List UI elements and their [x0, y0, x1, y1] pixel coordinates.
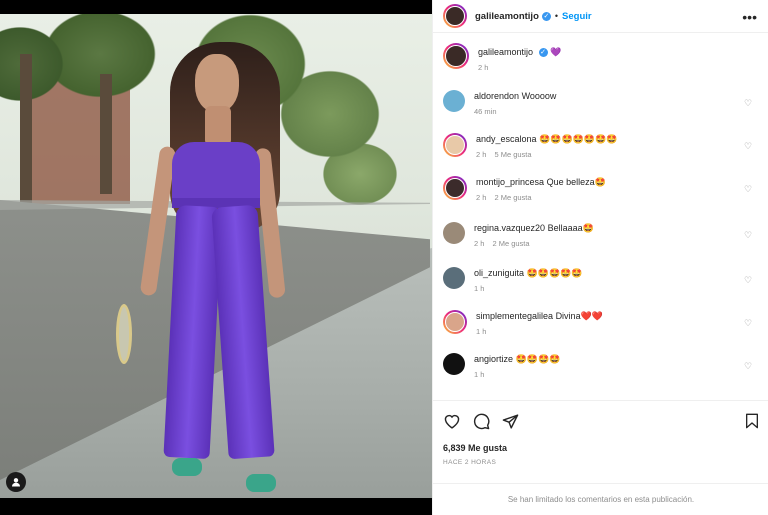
comments-list[interactable]: galileamontijo ✓ 💜 2 h aldorendon Woooow…	[433, 34, 768, 400]
commenter-avatar[interactable]	[443, 133, 467, 157]
author-username[interactable]: galileamontijo	[475, 11, 539, 22]
comments-limited-notice: Se han limitado los comentarios en esta …	[433, 483, 768, 515]
user-tag-icon[interactable]	[6, 472, 26, 492]
caption-text: 💜	[550, 47, 562, 57]
post-photo[interactable]	[0, 0, 432, 515]
commenter-avatar[interactable]	[443, 90, 465, 112]
comment-row: oli_zuniguita 🤩🤩🤩🤩🤩 1 h ♡	[443, 267, 763, 293]
photo-scene	[0, 14, 432, 498]
comment-row: aldorendon Woooow 46 min ♡	[443, 90, 763, 116]
green-shoe-left	[172, 458, 202, 476]
comment-likes[interactable]: 5 Me gusta	[494, 150, 531, 159]
comment-username[interactable]: oli_zuniguita	[474, 268, 524, 278]
comment-text: Bellaaaa🤩	[547, 223, 594, 233]
wall-ornament	[116, 304, 132, 364]
comment-likes[interactable]: 2 Me gusta	[494, 193, 531, 202]
comment-row: angiortize 🤩🤩🤩🤩 1 h ♡	[443, 353, 763, 379]
comment-likes[interactable]: 2 Me gusta	[492, 239, 529, 248]
likes-count[interactable]: 6,839 Me gusta	[443, 443, 507, 453]
commenter-avatar[interactable]	[443, 176, 467, 200]
separator-dot: •	[554, 11, 559, 21]
comment-text: 🤩🤩🤩🤩🤩	[526, 268, 583, 278]
comment-time: 1 h	[476, 327, 487, 336]
comment-time: 1 h	[474, 284, 485, 293]
commenter-avatar[interactable]	[443, 267, 465, 289]
comment-text: 🤩🤩🤩🤩🤩🤩🤩	[539, 134, 618, 144]
comment-username[interactable]: aldorendon	[474, 91, 519, 101]
author-avatar[interactable]	[443, 4, 467, 28]
comment-row: andy_escalona 🤩🤩🤩🤩🤩🤩🤩 2 h 5 Me gusta ♡	[443, 133, 763, 159]
comment-time: 46 min	[474, 107, 497, 116]
post-side-panel: galileamontijo ✓ • Seguir ••• galileamon…	[432, 0, 768, 515]
share-icon[interactable]	[502, 413, 519, 430]
more-options-icon[interactable]: •••	[742, 9, 757, 25]
comment-like-icon[interactable]: ♡	[744, 98, 753, 108]
caption-username[interactable]: galileamontijo	[478, 47, 533, 57]
comment-like-icon[interactable]: ♡	[744, 361, 753, 371]
comment-like-icon[interactable]: ♡	[744, 230, 753, 240]
author-avatar[interactable]	[443, 43, 469, 69]
comment-like-icon[interactable]: ♡	[744, 184, 753, 194]
commenter-avatar[interactable]	[443, 222, 465, 244]
comment-row: simplementegalilea Divina❤️❤️ 1 h ♡	[443, 310, 763, 336]
comment-username[interactable]: angiortize	[474, 354, 513, 364]
bookmark-icon[interactable]	[745, 413, 759, 429]
green-shoe-right	[246, 474, 276, 492]
comment-text: 🤩🤩🤩🤩	[515, 354, 561, 364]
comment-time: 2 h	[476, 193, 487, 202]
commenter-avatar[interactable]	[443, 353, 465, 375]
tree-trunk	[100, 74, 112, 194]
tree-trunk	[20, 54, 32, 214]
post-timestamp: HACE 2 HORAS	[443, 459, 497, 466]
comment-text: Divina❤️❤️	[555, 311, 603, 321]
purple-jumpsuit-top	[172, 142, 260, 206]
comment-icon[interactable]	[473, 413, 490, 430]
comment-username[interactable]: simplementegalilea	[476, 311, 553, 321]
follow-button[interactable]: Seguir	[562, 11, 592, 22]
comment-row: regina.vazquez20 Bellaaaa🤩 2 h 2 Me gusta…	[443, 222, 763, 248]
woman-neck	[205, 106, 231, 146]
verified-icon: ✓	[541, 11, 551, 21]
post-actions: 6,839 Me gusta HACE 2 HORAS	[433, 400, 768, 466]
commenter-avatar[interactable]	[443, 310, 467, 334]
verified-icon: ✓	[538, 48, 548, 58]
comment-time: 2 h	[474, 239, 485, 248]
comment-username[interactable]: andy_escalona	[476, 134, 537, 144]
comment-time: 2 h	[476, 150, 487, 159]
woman-face	[195, 54, 239, 112]
comment-like-icon[interactable]: ♡	[744, 275, 753, 285]
comment-time: 1 h	[474, 370, 485, 379]
post-header: galileamontijo ✓ • Seguir •••	[433, 0, 768, 33]
comment-username[interactable]: regina.vazquez20	[474, 223, 545, 233]
comment-row: montijo_princesa Que belleza🤩 2 h 2 Me gu…	[443, 176, 763, 202]
comment-like-icon[interactable]: ♡	[744, 318, 753, 328]
comment-text: Woooow	[521, 91, 557, 101]
instagram-post-modal: galileamontijo ✓ • Seguir ••• galileamon…	[0, 0, 768, 515]
heart-icon[interactable]	[443, 413, 461, 430]
comment-username[interactable]: montijo_princesa	[476, 177, 544, 187]
comment-text: Que belleza🤩	[546, 177, 606, 187]
comment-like-icon[interactable]: ♡	[744, 141, 753, 151]
caption-time: 2 h	[478, 63, 489, 72]
caption-row: galileamontijo ✓ 💜 2 h	[443, 43, 763, 72]
